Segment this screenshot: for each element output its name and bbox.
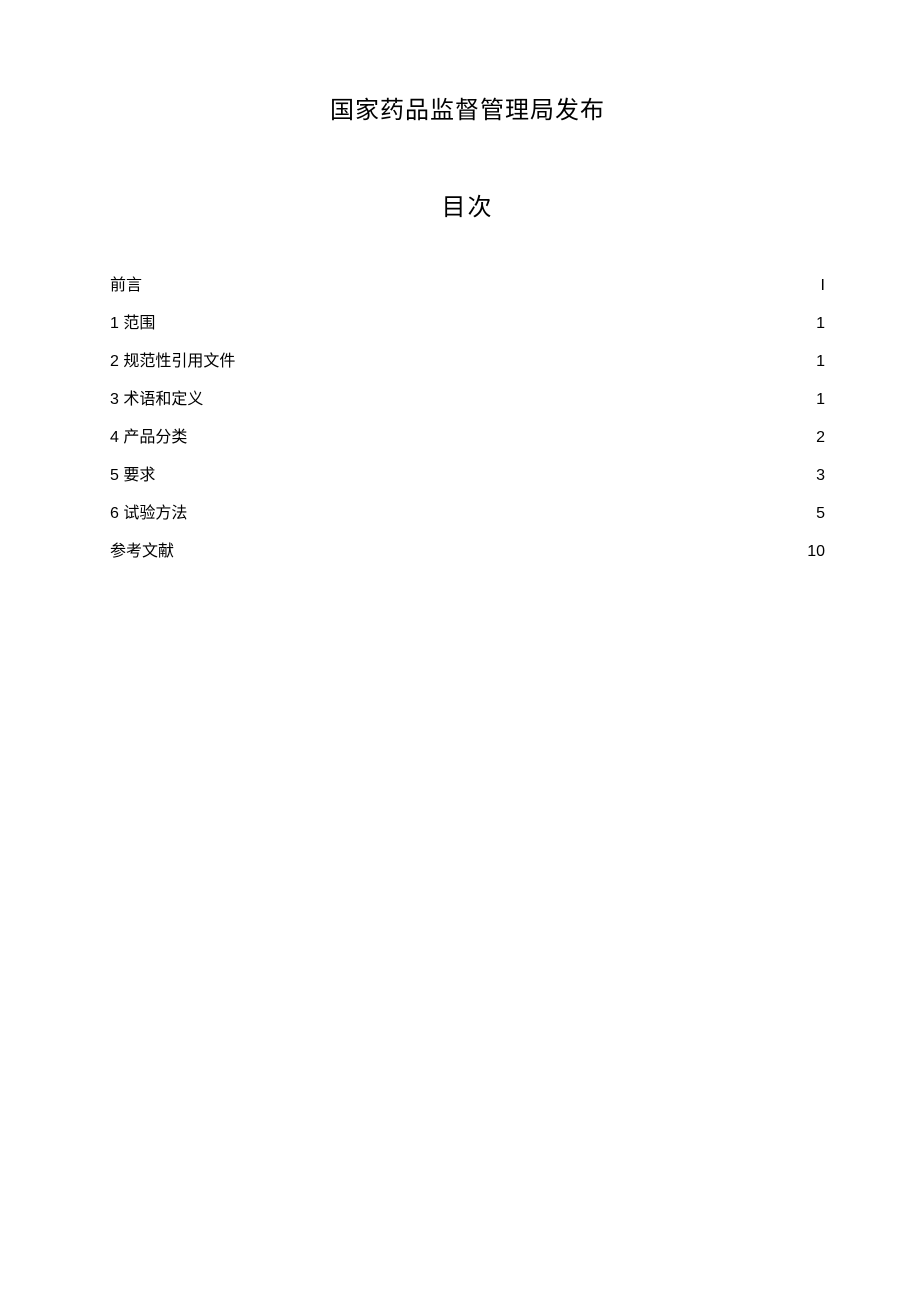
- toc-item: 5 要求 3: [110, 468, 825, 484]
- toc-label: 5 要求: [110, 468, 155, 484]
- toc-item: 1 范围 1: [110, 316, 825, 332]
- toc-title: 目次: [110, 187, 825, 222]
- toc-item: 3 术语和定义 1: [110, 392, 825, 408]
- toc-page: 1: [805, 316, 825, 332]
- toc-item: 6 试验方法 5: [110, 506, 825, 522]
- toc-page: 2: [805, 430, 825, 446]
- toc-page: I: [805, 278, 825, 294]
- toc-item: 参考文献 10: [110, 544, 825, 560]
- toc-label: 3 术语和定义: [110, 392, 203, 408]
- toc-label: 2 规范性引用文件: [110, 354, 235, 370]
- toc-item: 前言 I: [110, 278, 825, 294]
- toc-label: 6 试验方法: [110, 506, 187, 522]
- document-page: 国家药品监督管理局发布 目次 前言 I 1 范围 1 2 规范性引用文件 1 3…: [0, 0, 920, 560]
- toc-page: 10: [805, 544, 825, 560]
- toc-page: 1: [805, 354, 825, 370]
- toc-label: 1 范围: [110, 316, 155, 332]
- toc-page: 3: [805, 468, 825, 484]
- toc-label: 前言: [110, 278, 142, 294]
- toc-item: 4 产品分类 2: [110, 430, 825, 446]
- toc-page: 1: [805, 392, 825, 408]
- toc-label: 参考文献: [110, 544, 174, 560]
- toc-label: 4 产品分类: [110, 430, 187, 446]
- publisher-title: 国家药品监督管理局发布: [110, 90, 825, 125]
- toc-list: 前言 I 1 范围 1 2 规范性引用文件 1 3 术语和定义 1 4 产品分类…: [110, 278, 825, 560]
- toc-item: 2 规范性引用文件 1: [110, 354, 825, 370]
- toc-page: 5: [805, 506, 825, 522]
